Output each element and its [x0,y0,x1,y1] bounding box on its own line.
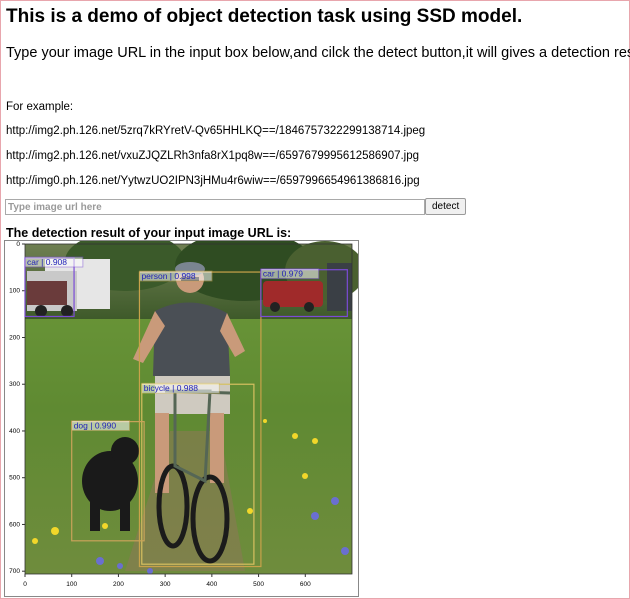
detection-label-car: car | 0.979 [263,269,303,279]
detection-label-car: car | 0.908 [27,257,67,267]
y-tick-label: 0 [16,241,20,248]
detection-label-dog: dog | 0.990 [74,421,117,431]
x-tick-label: 600 [300,581,311,588]
example-label: For example: [6,101,74,113]
y-tick-label: 100 [9,288,20,295]
y-tick-label: 300 [9,381,20,388]
y-tick-label: 400 [9,428,20,435]
x-tick-label: 400 [206,581,217,588]
photo [25,241,358,574]
y-tick-label: 200 [9,334,20,341]
image-url-input[interactable] [5,199,425,215]
detect-button[interactable]: detect [425,198,467,215]
y-tick-label: 500 [9,475,20,482]
result-plot-svg: 0 100 200 300 400 500 600 0 100 200 300 400 500 600 70… [9,241,358,588]
example-url-1[interactable]: http://img2.ph.126.net/5zrq7kRYretV-Qv65… [6,125,425,137]
x-tick-label: 500 [253,581,264,588]
y-tick-label: 600 [9,521,20,528]
x-tick-label: 100 [66,581,77,588]
detection-label-bicycle: bicycle | 0.988 [144,383,198,393]
example-url-2[interactable]: http://img2.ph.126.net/vxuZJQZLRh3nfa8rX… [6,150,419,162]
x-tick-label: 200 [113,581,124,588]
detection-result-image: 0 100 200 300 400 500 600 0 100 200 300 400 500 600 70… [4,240,359,597]
page-title: This is a demo of object detection task … [6,6,523,27]
y-tick-label: 700 [9,568,20,575]
result-heading: The detection result of your input image… [6,226,292,240]
example-url-3[interactable]: http://img0.ph.126.net/YytwzUO2IPN3jHMu4… [6,175,420,187]
detection-label-person: person | 0.998 [141,271,195,281]
x-tick-label: 0 [23,581,27,588]
page-description: Type your image URL in the input box bel… [6,45,630,61]
x-tick-label: 300 [160,581,171,588]
